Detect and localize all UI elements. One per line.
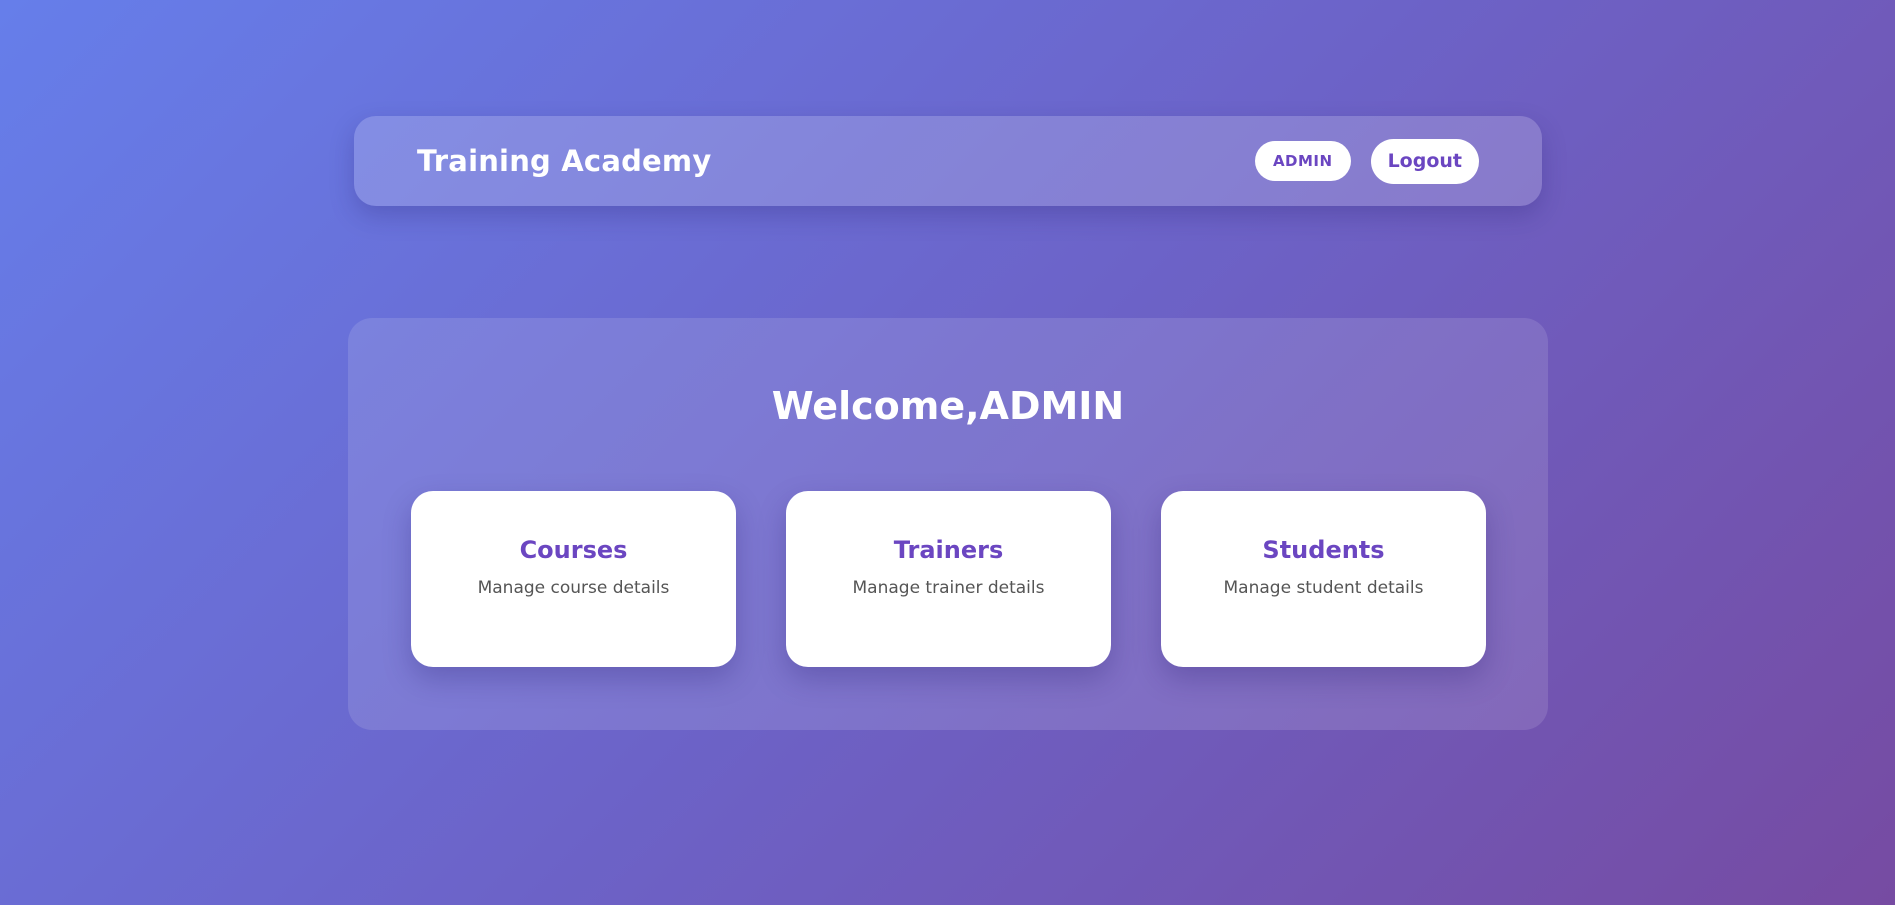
card-description: Manage student details [1223, 578, 1424, 598]
role-badge: ADMIN [1254, 141, 1351, 181]
card-title: Courses [519, 536, 628, 564]
card-title: Trainers [893, 536, 1004, 564]
card-title: Students [1262, 536, 1385, 564]
trainers-card[interactable]: Trainers Manage trainer details [786, 491, 1111, 667]
courses-card[interactable]: Courses Manage course details [411, 491, 736, 667]
card-description: Manage trainer details [852, 578, 1045, 598]
welcome-heading: Welcome,ADMIN [771, 384, 1125, 428]
students-card[interactable]: Students Manage student details [1161, 491, 1486, 667]
navbar: Training Academy ADMIN Logout [354, 116, 1542, 206]
brand-title: Training Academy [417, 144, 712, 178]
dashboard-panel: Welcome,ADMIN Courses Manage course deta… [348, 318, 1548, 730]
logout-button[interactable]: Logout [1370, 138, 1479, 184]
card-description: Manage course details [477, 578, 670, 598]
navbar-actions: ADMIN Logout [1254, 138, 1479, 184]
